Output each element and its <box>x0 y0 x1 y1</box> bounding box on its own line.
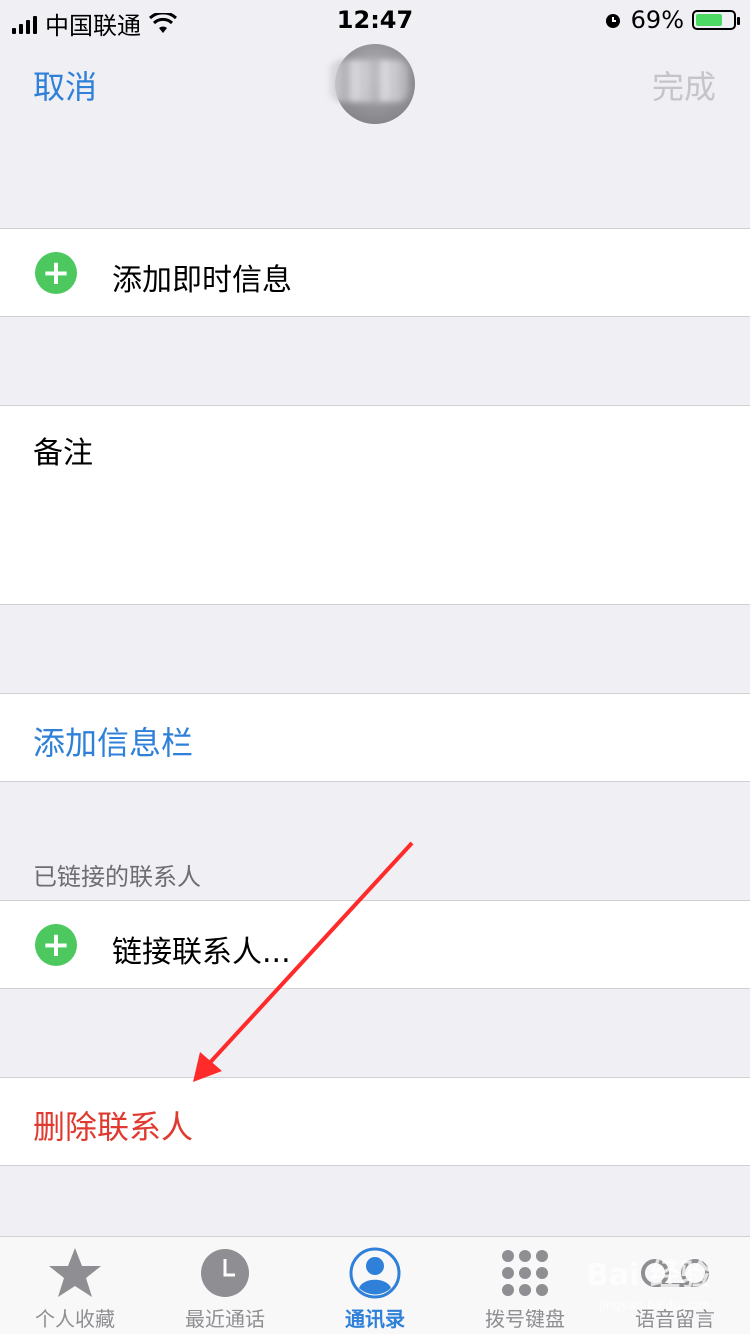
watermark-brand: Bai 经验 <box>586 1258 710 1293</box>
add-field-label: 添加信息栏 <box>33 724 194 762</box>
tab-label: 最近通话 <box>185 1307 265 1331</box>
add-icon[interactable]: + <box>35 924 77 966</box>
delete-contact-row[interactable]: 删除联系人 <box>0 1077 750 1166</box>
link-contact-label: 链接联系人... <box>112 935 291 970</box>
tab-keypad[interactable]: 拨号键盘 <box>450 1245 600 1332</box>
tab-favorites[interactable]: 个人收藏 <box>0 1245 150 1332</box>
add-icon[interactable]: + <box>35 252 77 294</box>
tab-label: 通讯录 <box>345 1307 405 1331</box>
alarm-icon <box>605 14 620 28</box>
add-instant-message-row[interactable]: + 添加即时信息 <box>0 228 750 317</box>
battery-icon <box>692 10 740 30</box>
done-button[interactable]: 完成 <box>652 62 716 108</box>
notes-row[interactable]: 备注 <box>0 405 750 605</box>
watermark-site: jingyan.baidu.com <box>599 1298 710 1312</box>
clock-icon <box>201 1249 249 1297</box>
avatar-blur-overlay <box>330 60 408 102</box>
add-instant-message-label: 添加即时信息 <box>112 263 292 298</box>
status-bar: 中国联通 12:47 69% <box>0 0 750 40</box>
delete-contact-label: 删除联系人 <box>33 1108 194 1146</box>
tab-label: 个人收藏 <box>35 1307 115 1331</box>
battery-percent: 69% <box>630 6 684 34</box>
linked-contacts-header: 已链接的联系人 <box>33 863 201 891</box>
status-right: 69% <box>603 6 740 34</box>
notes-label: 备注 <box>33 436 93 471</box>
tab-contacts[interactable]: 通讯录 <box>300 1245 450 1332</box>
keypad-icon <box>502 1250 548 1296</box>
cancel-button[interactable]: 取消 <box>33 62 97 108</box>
tab-recents[interactable]: 最近通话 <box>150 1245 300 1332</box>
link-contact-row[interactable]: + 链接联系人... <box>0 900 750 989</box>
tab-label: 拨号键盘 <box>485 1307 565 1331</box>
contacts-icon <box>349 1247 401 1299</box>
nav-bar: 取消 完成 <box>0 40 750 130</box>
star-icon <box>49 1248 101 1297</box>
add-field-row[interactable]: 添加信息栏 <box>0 693 750 782</box>
